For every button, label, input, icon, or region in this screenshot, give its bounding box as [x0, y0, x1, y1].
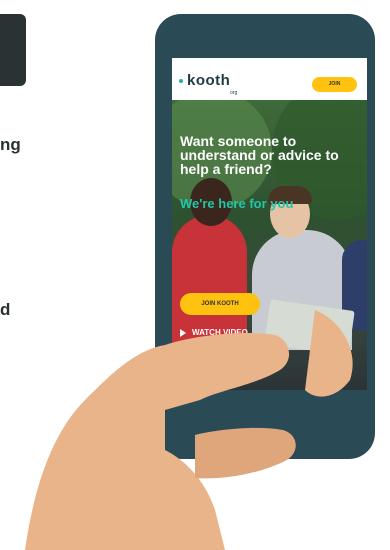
logo-text: kooth	[187, 72, 231, 89]
join-button[interactable]: JOIN	[312, 77, 357, 92]
hero-section: Want someone to understand or advice to …	[172, 100, 367, 390]
phone-bottom-bezel	[175, 392, 365, 432]
background-text-fragment: d	[0, 300, 11, 319]
join-kooth-button[interactable]: JOIN KOOTH	[180, 293, 260, 315]
background-text-fragment: ng	[0, 135, 21, 154]
watch-video-label: WATCH VIDEO	[192, 328, 248, 337]
logo-dot-icon	[179, 79, 183, 84]
play-icon	[180, 328, 186, 337]
site-nav: kooth org JOIN	[172, 58, 367, 100]
background-heading-fragment	[0, 14, 26, 86]
site-logo[interactable]: kooth	[179, 72, 230, 89]
hero-subheadline: We're here for you	[180, 196, 294, 211]
watch-video-link[interactable]: WATCH VIDEO	[180, 328, 248, 337]
logo-subtext: org	[230, 90, 238, 96]
hero-headline: Want someone to understand or advice to …	[180, 133, 339, 177]
phone-screen: kooth org JOIN Want someone to understan…	[172, 58, 367, 390]
